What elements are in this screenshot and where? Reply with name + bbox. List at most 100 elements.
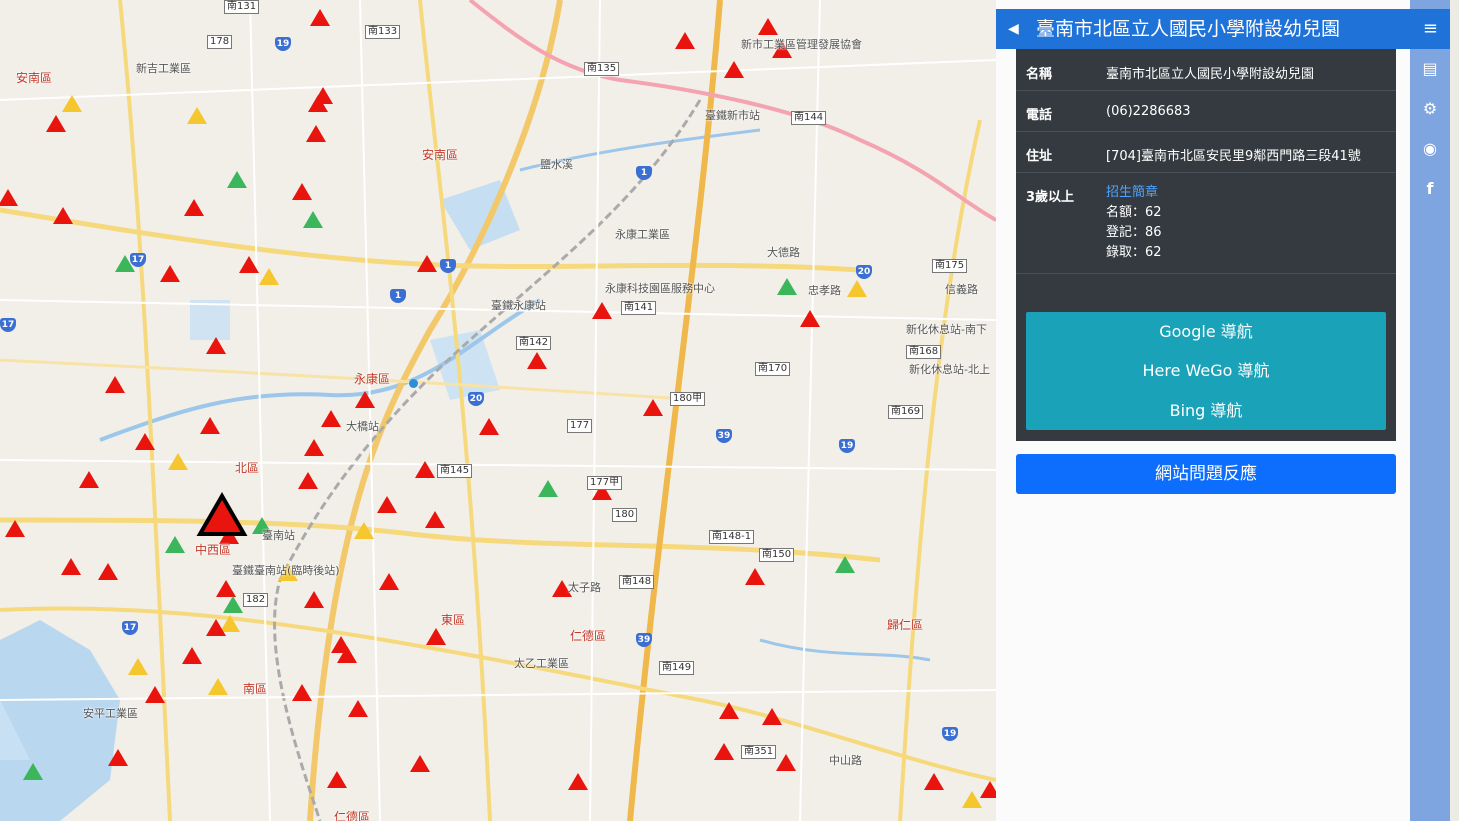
quota-value: 名額：62: [1106, 205, 1162, 220]
map-edge: [1450, 0, 1459, 821]
highway-shield: 20: [468, 392, 484, 406]
red-school-marker[interactable]: [46, 115, 66, 132]
red-school-marker[interactable]: [924, 773, 944, 790]
red-school-marker[interactable]: [292, 684, 312, 701]
phone-value: (06)2286683: [1106, 104, 1191, 119]
bing-nav-button[interactable]: Bing 導航: [1026, 393, 1386, 429]
district-label: 永康區: [354, 372, 391, 386]
enroll-link[interactable]: 招生簡章: [1106, 183, 1162, 203]
road-number: 178: [207, 35, 233, 49]
red-school-marker[interactable]: [298, 472, 318, 489]
google-nav-button[interactable]: Google 導航: [1026, 314, 1386, 350]
green-school-marker[interactable]: [538, 480, 558, 497]
red-school-marker[interactable]: [160, 265, 180, 282]
red-school-marker[interactable]: [306, 125, 326, 142]
road-number: 南351: [741, 745, 777, 759]
panel-title: 臺南市北區立人國民小學附設幼兒園: [1036, 18, 1341, 40]
road-number: 南133: [365, 25, 401, 39]
back-icon[interactable]: ◀: [1008, 9, 1019, 49]
place-label: 太子路: [568, 581, 601, 594]
red-school-marker[interactable]: [327, 771, 347, 788]
red-school-marker[interactable]: [643, 399, 663, 416]
red-school-marker[interactable]: [98, 563, 118, 580]
place-label: 太乙工業區: [514, 657, 569, 670]
road-number: 南168: [906, 345, 942, 359]
report-issue-button[interactable]: 網站問題反應: [1016, 454, 1396, 494]
yellow-school-marker[interactable]: [187, 107, 207, 124]
name-value: 臺南市北區立人國民小學附設幼兒園: [1106, 67, 1315, 82]
red-school-marker[interactable]: [527, 352, 547, 369]
panel-header: ◀ 臺南市北區立人國民小學附設幼兒園 ≡: [996, 9, 1450, 49]
district-label: 北區: [235, 461, 260, 475]
yellow-school-marker[interactable]: [962, 791, 982, 808]
highway-shield: 19: [942, 727, 958, 741]
green-school-marker[interactable]: [223, 596, 243, 613]
age-row: 3歲以上 招生簡章 名額：62 登記：86 錄取：62: [1016, 172, 1396, 274]
red-school-marker[interactable]: [758, 18, 778, 35]
green-school-marker[interactable]: [227, 171, 247, 188]
red-school-marker[interactable]: [182, 647, 202, 664]
yellow-school-marker[interactable]: [259, 268, 279, 285]
red-school-marker[interactable]: [79, 471, 99, 488]
map-view[interactable]: 安南區 安南區 北區 中西區 南區 東區 仁德區 永康區 歸仁區 仁德區 新吉工…: [0, 0, 996, 821]
place-label: 鹽水溪: [540, 158, 573, 171]
red-school-marker[interactable]: [592, 302, 612, 319]
red-school-marker[interactable]: [410, 755, 430, 772]
red-school-marker[interactable]: [304, 439, 324, 456]
red-school-marker[interactable]: [980, 781, 996, 798]
enrollment-info: 招生簡章 名額：62 登記：86 錄取：62: [1106, 183, 1162, 263]
road-number: 南145: [437, 464, 473, 478]
red-school-marker[interactable]: [310, 9, 330, 26]
red-school-marker[interactable]: [675, 32, 695, 49]
red-school-marker[interactable]: [292, 183, 312, 200]
yellow-school-marker[interactable]: [128, 658, 148, 675]
book-icon[interactable]: ▤: [1410, 54, 1450, 84]
red-school-marker[interactable]: [745, 568, 765, 585]
red-school-marker[interactable]: [800, 310, 820, 327]
green-school-marker[interactable]: [777, 278, 797, 295]
road-number: 南148: [619, 575, 655, 589]
red-school-marker[interactable]: [5, 520, 25, 537]
red-school-marker[interactable]: [304, 591, 324, 608]
red-school-marker[interactable]: [425, 511, 445, 528]
green-school-marker[interactable]: [165, 536, 185, 553]
district-label: 仁德區: [334, 810, 371, 821]
github-icon[interactable]: ◉: [1410, 134, 1450, 164]
road-number: 南150: [759, 548, 795, 562]
selected-school-marker: [196, 492, 248, 536]
red-school-marker[interactable]: [714, 743, 734, 760]
highway-shield: 39: [636, 633, 652, 647]
red-school-marker[interactable]: [379, 573, 399, 590]
red-school-marker[interactable]: [426, 628, 446, 645]
red-school-marker[interactable]: [0, 189, 18, 206]
map-roads: [0, 0, 996, 821]
road-number: 南148-1: [709, 530, 755, 544]
red-school-marker[interactable]: [184, 199, 204, 216]
road-number: 南169: [888, 405, 924, 419]
red-school-marker[interactable]: [53, 207, 73, 224]
red-school-marker[interactable]: [105, 376, 125, 393]
place-label: 新市工業區管理發展協會: [741, 38, 862, 51]
facebook-icon[interactable]: f: [1410, 174, 1450, 204]
green-school-marker[interactable]: [303, 211, 323, 228]
place-label: 新化休息站-北上: [909, 363, 990, 376]
road-number: 南175: [932, 259, 968, 273]
red-school-marker[interactable]: [313, 87, 333, 104]
navigation-buttons: Google 導航 Here WeGo 導航 Bing 導航: [1026, 312, 1386, 430]
red-school-marker[interactable]: [377, 496, 397, 513]
gear-icon[interactable]: ⚙: [1410, 94, 1450, 124]
red-school-marker[interactable]: [776, 754, 796, 771]
red-school-marker[interactable]: [200, 417, 220, 434]
menu-icon[interactable]: ≡: [1423, 9, 1438, 49]
district-label: 歸仁區: [887, 618, 924, 632]
red-school-marker[interactable]: [348, 700, 368, 717]
highway-shield: 19: [839, 439, 855, 453]
red-school-marker[interactable]: [479, 418, 499, 435]
red-school-marker[interactable]: [216, 580, 236, 597]
here-nav-button[interactable]: Here WeGo 導航: [1026, 353, 1386, 389]
yellow-school-marker[interactable]: [208, 678, 228, 695]
yellow-school-marker[interactable]: [847, 280, 867, 297]
red-school-marker[interactable]: [321, 410, 341, 427]
red-school-marker[interactable]: [61, 558, 81, 575]
red-school-marker[interactable]: [568, 773, 588, 790]
